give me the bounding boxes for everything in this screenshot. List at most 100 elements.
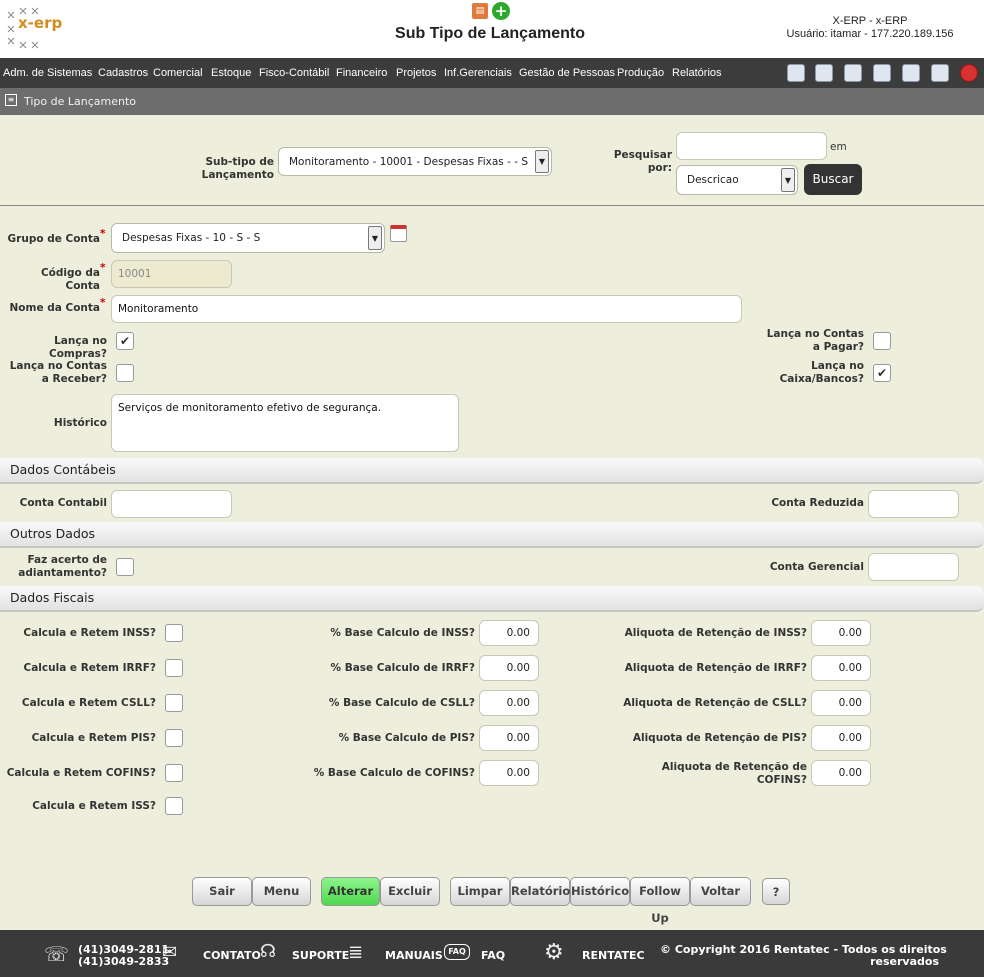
subtipo-select[interactable]: Monitoramento - 10001 - Despesas Fixas -… bbox=[278, 147, 552, 176]
help-button[interactable]: ? bbox=[762, 878, 790, 905]
check-icon: ✔ bbox=[876, 366, 888, 380]
search-input[interactable] bbox=[676, 132, 827, 160]
menu-producao[interactable]: Produção bbox=[617, 67, 664, 79]
search-field-select[interactable]: Descricao ▼ bbox=[676, 165, 798, 195]
menu-financeiro[interactable]: Financeiro bbox=[336, 67, 387, 79]
aliq-cofins-label: Aliquota de Retenção de COFINS? bbox=[661, 761, 807, 786]
conta-reduzida-label: Conta Reduzida bbox=[771, 497, 864, 509]
add-icon[interactable]: + bbox=[492, 2, 510, 20]
chevron-down-icon: ▼ bbox=[535, 150, 549, 173]
base-inss-field[interactable]: 0.00 bbox=[479, 620, 539, 646]
aliq-inss-label: Aliquota de Retenção de INSS? bbox=[624, 627, 807, 639]
menu-button[interactable]: Menu bbox=[252, 877, 311, 906]
main-menu-bar: Adm. de Sistemas Cadastros Comercial Est… bbox=[0, 58, 984, 88]
aliq-irrf-field[interactable]: 0.00 bbox=[811, 655, 871, 681]
aliq-csll-field[interactable]: 0.00 bbox=[811, 690, 871, 716]
base-pis-label: % Base Calculo de PIS? bbox=[338, 732, 475, 744]
menu-projetos[interactable]: Projetos bbox=[396, 67, 436, 79]
menu-gestao-pessoas[interactable]: Gestão de Pessoas bbox=[519, 67, 615, 79]
receber-checkbox[interactable] bbox=[116, 364, 134, 382]
caixa-checkbox[interactable]: ✔ bbox=[873, 364, 891, 382]
compras-label: Lança no Compras? bbox=[49, 335, 107, 360]
followup-button[interactable]: Follow Up bbox=[630, 877, 690, 925]
calc-inss-checkbox[interactable] bbox=[165, 624, 183, 642]
menu-comercial[interactable]: Comercial bbox=[153, 67, 203, 79]
conta-reduzida-field[interactable] bbox=[868, 490, 959, 518]
base-cofins-field[interactable]: 0.00 bbox=[479, 760, 539, 786]
aliq-cofins-field[interactable]: 0.00 bbox=[811, 760, 871, 786]
pagar-checkbox[interactable] bbox=[873, 332, 891, 350]
menu-cadastros[interactable]: Cadastros bbox=[98, 67, 148, 79]
home-icon[interactable] bbox=[787, 64, 805, 82]
document-icon[interactable] bbox=[873, 64, 891, 82]
required-mark: * bbox=[100, 262, 106, 274]
voltar-button[interactable]: Voltar bbox=[690, 877, 751, 906]
buscar-button[interactable]: Buscar bbox=[804, 164, 862, 195]
conta-gerencial-field[interactable] bbox=[868, 553, 959, 581]
save-icon[interactable] bbox=[815, 64, 833, 82]
rentatec-link[interactable]: RENTATEC bbox=[582, 949, 645, 962]
base-irrf-field[interactable]: 0.00 bbox=[479, 655, 539, 681]
breadcrumb-label: Tipo de Lançamento bbox=[24, 95, 137, 108]
calendar-icon[interactable] bbox=[390, 225, 407, 242]
receber-label: Lança no Contas a Receber? bbox=[9, 360, 107, 385]
calculator-icon[interactable] bbox=[844, 64, 862, 82]
menu-estoque[interactable]: Estoque bbox=[211, 67, 251, 79]
grupo-label: Grupo de Conta bbox=[7, 233, 100, 245]
copyright-line2: reservados bbox=[870, 955, 939, 968]
menu-relatorios[interactable]: Relatórios bbox=[672, 67, 722, 79]
menu-adm-sistemas[interactable]: Adm. de Sistemas bbox=[3, 67, 92, 79]
pesquisar-label: Pesquisar por: bbox=[613, 149, 672, 174]
page-title: Sub Tipo de Lançamento bbox=[395, 25, 585, 42]
conta-contabil-field[interactable] bbox=[111, 490, 232, 518]
limpar-button[interactable]: Limpar bbox=[450, 877, 510, 906]
calc-iss-checkbox[interactable] bbox=[165, 797, 183, 815]
system-name: X-ERP - x-ERP bbox=[832, 15, 908, 27]
conta-contabil-label: Conta Contabil bbox=[19, 497, 107, 509]
em-label: em bbox=[830, 141, 847, 153]
grupo-select[interactable]: Despesas Fixas - 10 - S - S ▼ bbox=[111, 223, 385, 253]
suporte-link[interactable]: SUPORTE bbox=[292, 949, 349, 962]
calc-cofins-label: Calcula e Retem COFINS? bbox=[6, 767, 156, 779]
phone-icon: ☏ bbox=[44, 942, 70, 966]
section-dados-fiscais: Dados Fiscais bbox=[0, 586, 984, 612]
acerto-checkbox[interactable] bbox=[116, 558, 134, 576]
base-inss-label: % Base Calculo de INSS? bbox=[330, 627, 475, 639]
search-field-value: Descricao bbox=[687, 174, 739, 186]
subtipo-value: Monitoramento - 10001 - Despesas Fixas -… bbox=[289, 155, 528, 168]
logo-text: x-erp bbox=[18, 14, 63, 32]
compras-checkbox[interactable]: ✔ bbox=[116, 332, 134, 350]
faq-link[interactable]: FAQ bbox=[481, 949, 505, 962]
nome-field[interactable]: Monitoramento bbox=[111, 295, 742, 323]
base-cofins-label: % Base Calculo de COFINS? bbox=[313, 767, 475, 779]
calc-irrf-label: Calcula e Retem IRRF? bbox=[23, 662, 157, 674]
power-icon[interactable] bbox=[960, 64, 978, 82]
base-pis-field[interactable]: 0.00 bbox=[479, 725, 539, 751]
base-csll-field[interactable]: 0.00 bbox=[479, 690, 539, 716]
aliq-pis-field[interactable]: 0.00 bbox=[811, 725, 871, 751]
calc-csll-label: Calcula e Retem CSLL? bbox=[21, 697, 156, 709]
calc-pis-checkbox[interactable] bbox=[165, 729, 183, 747]
manuais-link[interactable]: MANUAIS bbox=[385, 949, 443, 962]
contato-link[interactable]: CONTATO bbox=[203, 949, 261, 962]
alterar-button[interactable]: Alterar bbox=[321, 877, 380, 906]
historico-button[interactable]: Histórico bbox=[570, 877, 630, 906]
chevron-down-icon: ▼ bbox=[781, 168, 795, 192]
help-globe-icon[interactable] bbox=[931, 64, 949, 82]
historico-textarea[interactable]: Serviços de monitoramento efetivo de seg… bbox=[111, 394, 459, 452]
menu-fisco-contabil[interactable]: Fisco-Contábil bbox=[259, 67, 329, 79]
pagar-label: Lança no Contas a Pagar? bbox=[766, 328, 864, 353]
calc-cofins-checkbox[interactable] bbox=[165, 764, 183, 782]
notes-icon[interactable] bbox=[902, 64, 920, 82]
grupo-value: Despesas Fixas - 10 - S - S bbox=[122, 232, 261, 244]
report-icon[interactable]: ▤ bbox=[472, 3, 488, 19]
excluir-button[interactable]: Excluir bbox=[380, 877, 440, 906]
required-mark: * bbox=[100, 297, 106, 309]
sair-button[interactable]: Sair bbox=[192, 877, 252, 906]
aliq-inss-field[interactable]: 0.00 bbox=[811, 620, 871, 646]
phone-2: (41)3049-2833 bbox=[78, 955, 170, 968]
menu-inf-gerenciais[interactable]: Inf.Gerenciais bbox=[444, 67, 512, 79]
calc-irrf-checkbox[interactable] bbox=[165, 659, 183, 677]
calc-csll-checkbox[interactable] bbox=[165, 694, 183, 712]
relatorio-button[interactable]: Relatório bbox=[510, 877, 570, 906]
